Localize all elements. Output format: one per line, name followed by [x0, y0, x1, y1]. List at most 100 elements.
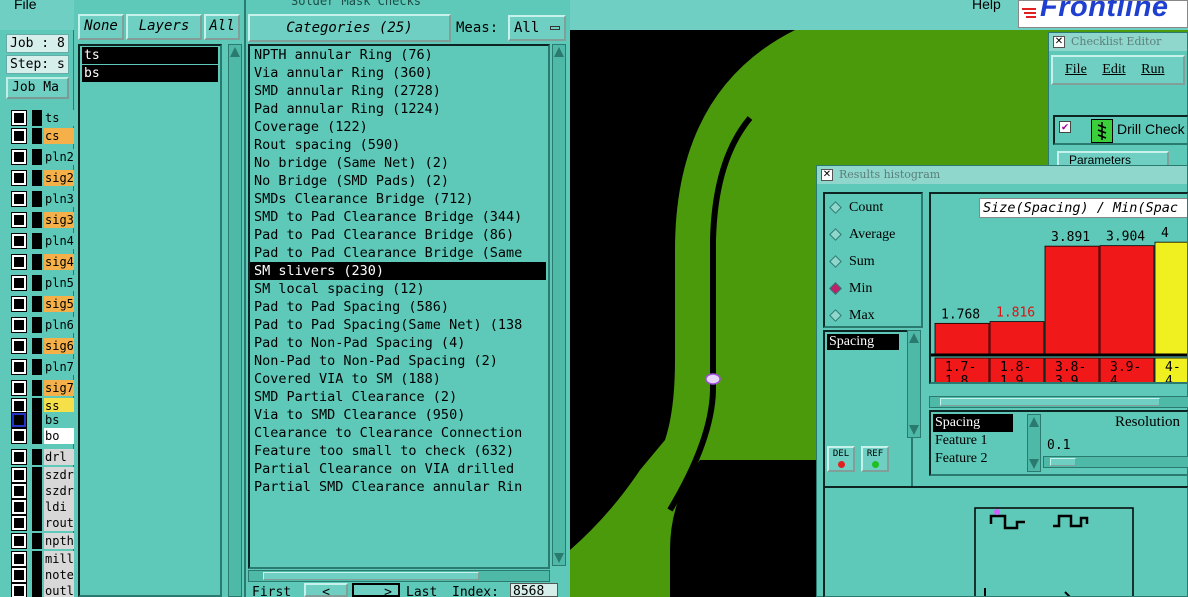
layer-name[interactable]: pln4 [44, 233, 74, 249]
layer-name[interactable]: bs [44, 412, 74, 428]
ref-button[interactable]: REF [861, 446, 889, 472]
menu-file[interactable]: File [1065, 57, 1087, 83]
category-item[interactable]: Pad to Pad Clearance Bridge (86) [250, 226, 546, 244]
category-item[interactable]: Pad to Pad Clearance Bridge (Same [250, 244, 546, 262]
layer-checkbox[interactable] [11, 233, 27, 249]
layer-checkbox[interactable] [11, 212, 27, 228]
layer-row[interactable]: sig6 [8, 337, 74, 355]
layer-row[interactable]: sig5 [8, 295, 74, 313]
layer-checkbox[interactable] [11, 551, 27, 567]
category-item[interactable]: Pad to Pad Spacing(Same Net) (138 [250, 316, 546, 334]
layer-name[interactable]: npth [44, 533, 74, 549]
layer-name[interactable]: pln5 [44, 275, 74, 291]
category-item[interactable]: Coverage (122) [250, 118, 546, 136]
field-list-scrollbar[interactable] [907, 330, 921, 438]
category-item[interactable]: Partial Clearance on VIA drilled [250, 460, 546, 478]
layer-name[interactable]: outl [44, 583, 74, 597]
category-item[interactable]: Rout spacing (590) [250, 136, 546, 154]
layer-checkbox[interactable] [11, 428, 27, 444]
radio-diamond-icon[interactable] [829, 201, 842, 214]
field-list-item-spacing[interactable]: Spacing [827, 334, 899, 350]
histogram-bar[interactable] [1044, 245, 1100, 355]
layers-scrollbar[interactable] [228, 44, 242, 597]
layer-checkbox[interactable] [11, 317, 27, 333]
layer-row[interactable]: sig2 [8, 169, 74, 187]
layer-checkbox[interactable] [11, 467, 27, 483]
layer-row[interactable]: ts [8, 109, 74, 127]
histogram-bar[interactable] [1099, 245, 1155, 355]
first-button[interactable]: First [252, 585, 291, 597]
layer-row[interactable]: sig4 [8, 253, 74, 271]
category-item[interactable]: Partial SMD Clearance annular Rin [250, 478, 546, 496]
layer-checkbox[interactable] [11, 449, 27, 465]
layer-checkbox[interactable] [11, 567, 27, 583]
index-field[interactable]: 8568 [510, 583, 558, 597]
slider-thumb[interactable] [1050, 458, 1076, 466]
scroll-up-icon[interactable] [1029, 417, 1039, 427]
last-button[interactable]: Last [406, 585, 437, 597]
layer-checkbox[interactable] [11, 128, 27, 144]
histogram-chart[interactable]: Size(Spacing) / Min(Spac 1.768 1.7- 1.8 1.8… [929, 192, 1188, 384]
close-icon[interactable]: ✕ [1053, 36, 1065, 48]
category-item[interactable]: Feature too small to check (632) [250, 442, 546, 460]
layer-name[interactable]: sig4 [44, 254, 74, 270]
categories-hscrollbar[interactable] [248, 570, 550, 582]
layer-checkbox[interactable] [11, 254, 27, 270]
layer-checkbox[interactable] [11, 296, 27, 312]
layer-name[interactable]: sig7 [44, 380, 74, 396]
layer-name[interactable]: szdr [44, 483, 74, 499]
category-item[interactable]: SMD annular Ring (2728) [250, 82, 546, 100]
category-item[interactable]: Pad annular Ring (1224) [250, 100, 546, 118]
layer-name[interactable]: drl [44, 449, 74, 465]
layer-checkbox[interactable] [11, 533, 27, 549]
category-item[interactable]: No bridge (Same Net) (2) [250, 154, 546, 172]
feature-item-feature1[interactable]: Feature 1 [933, 432, 1021, 450]
category-item[interactable]: SM local spacing (12) [250, 280, 546, 298]
layer-name[interactable]: szdr [44, 467, 74, 483]
result-marker-icon[interactable] [705, 373, 721, 385]
layer-row[interactable]: pln3 [8, 190, 74, 208]
category-item[interactable]: NPTH annular Ring (76) [250, 46, 546, 64]
layer-name[interactable]: rout [44, 515, 74, 531]
category-item[interactable]: Clearance to Clearance Connection [250, 424, 546, 442]
layer-name[interactable]: ldi [44, 499, 74, 515]
scroll-up-icon[interactable] [909, 333, 919, 343]
layer-name[interactable]: sig2 [44, 170, 74, 186]
layer-name[interactable]: sig5 [44, 296, 74, 312]
layer-checkbox[interactable] [11, 191, 27, 207]
layer-name[interactable]: sig6 [44, 338, 74, 354]
category-item[interactable]: SMD to Pad Clearance Bridge (344) [250, 208, 546, 226]
all-button[interactable]: All [204, 14, 240, 40]
scroll-down-icon[interactable] [1029, 459, 1039, 469]
layer-name[interactable]: ts [44, 110, 74, 126]
layer-name[interactable]: pln2 [44, 149, 74, 165]
histogram-bar[interactable] [1154, 241, 1188, 355]
layer-row[interactable]: pln7 [8, 358, 74, 376]
scroll-up-icon[interactable] [554, 47, 564, 57]
next-button[interactable]: > [352, 583, 400, 597]
none-button[interactable]: None [78, 14, 124, 40]
category-item[interactable]: Covered VIA to SM (188) [250, 370, 546, 388]
layer-name[interactable]: pln6 [44, 317, 74, 333]
category-item[interactable]: SMD Partial Clearance (2) [250, 388, 546, 406]
histogram-titlebar[interactable]: ✕ Results histogram [817, 166, 1187, 184]
category-item[interactable]: SM slivers (230) [250, 262, 546, 280]
category-item[interactable]: No Bridge (SMD Pads) (2) [250, 172, 546, 190]
layer-checkbox[interactable] [11, 359, 27, 375]
hscroll-thumb[interactable] [263, 572, 479, 580]
category-item[interactable]: Pad to Non-Pad Spacing (4) [250, 334, 546, 352]
layer-checkbox[interactable] [11, 170, 27, 186]
layer-name[interactable]: bo [44, 428, 74, 444]
feature-list-scrollbar[interactable] [1027, 414, 1041, 472]
step-field[interactable]: Step: s [6, 55, 69, 74]
layer-name[interactable]: mill [44, 551, 74, 567]
layer-name[interactable]: note [44, 567, 74, 583]
help-menu[interactable]: Help [972, 0, 1001, 12]
layer-row[interactable]: pln2 [8, 148, 74, 166]
radio-diamond-icon[interactable] [829, 282, 842, 295]
layer-checkbox[interactable] [11, 149, 27, 165]
layer-checkbox[interactable] [11, 338, 27, 354]
prev-button[interactable]: < [304, 583, 348, 597]
layer-row[interactable]: drl [8, 448, 74, 466]
layer-checkbox[interactable] [11, 483, 27, 499]
